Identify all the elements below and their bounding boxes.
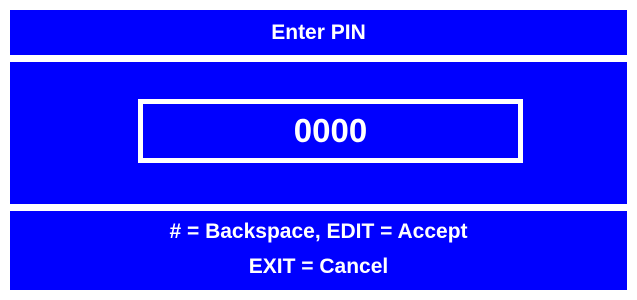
page-title: Enter PIN xyxy=(271,20,366,44)
instruction-backspace-accept: # = Backspace, EDIT = Accept xyxy=(169,220,468,244)
pin-value: 0000 xyxy=(293,112,368,149)
pin-entry-area: 0000 xyxy=(10,62,627,204)
instructions-panel: # = Backspace, EDIT = Accept EXIT = Canc… xyxy=(10,211,627,290)
instruction-cancel: EXIT = Cancel xyxy=(248,254,389,278)
title-bar: Enter PIN xyxy=(10,10,627,55)
pin-input-field[interactable]: 0000 xyxy=(138,99,523,163)
